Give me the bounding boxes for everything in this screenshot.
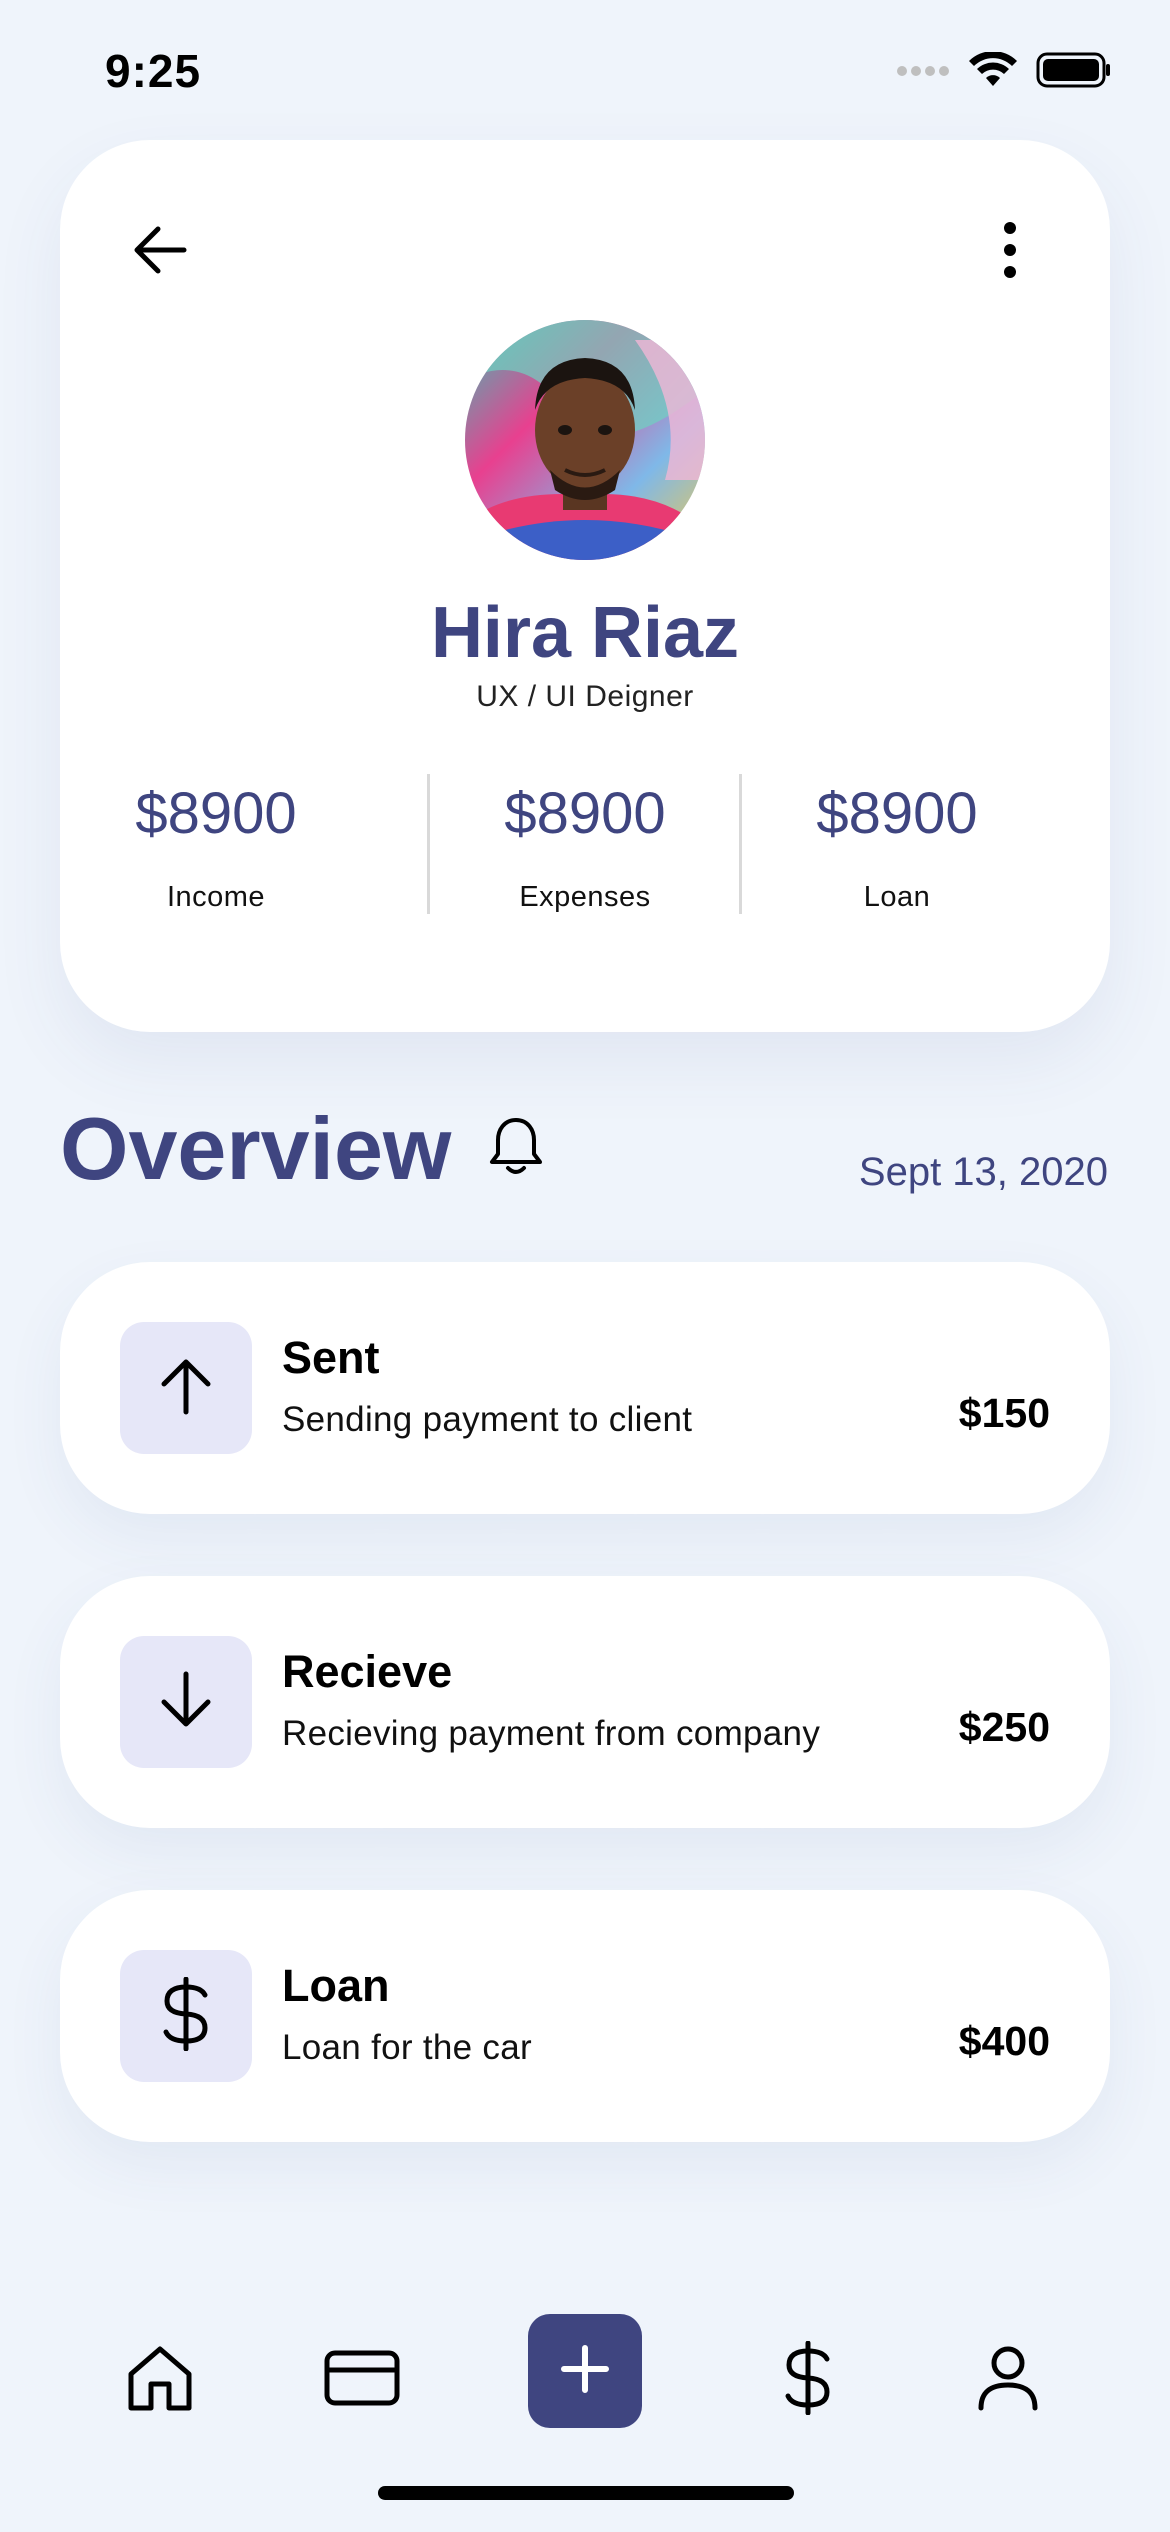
overview-title: Overview (60, 1099, 452, 1198)
stat-label: Loan (863, 881, 931, 913)
stat-label: Income (166, 881, 266, 913)
transaction-card-sent[interactable]: Sent Sending payment to client $150 (60, 1262, 1110, 1514)
more-vertical-icon (1002, 221, 1018, 283)
nav-home[interactable] (112, 2332, 208, 2428)
stat-expenses: $8900 Expenses (429, 774, 741, 914)
bell-icon[interactable] (486, 1114, 546, 1180)
nav-profile[interactable] (960, 2332, 1056, 2428)
avatar (465, 320, 705, 560)
tx-description: Sending payment to client (282, 1400, 693, 1439)
wifi-icon (968, 51, 1018, 93)
status-icons (896, 51, 1112, 93)
battery-icon (1036, 52, 1112, 93)
tx-amount: $250 (958, 1704, 1050, 1750)
tx-icon-box (120, 1636, 252, 1768)
stat-loan: $8900 Loan (741, 774, 1053, 914)
back-button[interactable] (120, 212, 200, 292)
tx-title: Loan (282, 1960, 390, 2011)
status-time: 9:25 (105, 45, 202, 97)
arrow-left-icon (132, 225, 188, 280)
plus-icon (560, 2344, 610, 2399)
tx-description: Loan for the car (282, 2028, 532, 2067)
nav-payments[interactable] (760, 2332, 856, 2428)
tx-icon-box (120, 1322, 252, 1454)
add-button[interactable] (528, 2314, 642, 2428)
stat-value: $8900 (135, 781, 297, 846)
user-icon (977, 2345, 1039, 2416)
tx-amount: $150 (958, 1390, 1050, 1436)
bottom-nav (0, 2300, 1170, 2460)
tx-title: Recieve (282, 1646, 453, 1697)
nav-cards[interactable] (314, 2332, 410, 2428)
profile-card: Hira Riaz UX / UI Deigner $8900 Income $… (60, 140, 1110, 1032)
arrow-down-icon (158, 1670, 214, 1735)
signal-icon (896, 64, 950, 82)
profile-name: Hira Riaz (430, 593, 740, 673)
overview-date: Sept 13, 2020 (858, 1150, 1108, 1194)
more-options-button[interactable] (970, 212, 1050, 292)
stats-row: $8900 Income $8900 Expenses $8900 Loan (60, 774, 1110, 914)
dollar-icon (161, 1976, 211, 2056)
home-icon (127, 2344, 193, 2417)
profile-role: UX / UI Deigner (476, 680, 694, 713)
dollar-icon (783, 2340, 833, 2420)
tx-icon-box (120, 1950, 252, 2082)
tx-description: Recieving payment from company (282, 1714, 821, 1753)
arrow-up-icon (158, 1356, 214, 1421)
stat-income: $8900 Income (60, 774, 372, 914)
tx-amount: $400 (958, 2018, 1050, 2064)
home-indicator (378, 2486, 794, 2500)
stat-value: $8900 (816, 781, 978, 846)
transaction-card-loan[interactable]: Loan Loan for the car $400 (60, 1890, 1110, 2142)
stat-value: $8900 (504, 781, 666, 846)
card-icon (324, 2350, 400, 2411)
tx-title: Sent (282, 1332, 380, 1383)
status-bar: 9:25 (0, 0, 1170, 140)
transaction-card-receive[interactable]: Recieve Recieving payment from company $… (60, 1576, 1110, 1828)
stat-label: Expenses (519, 881, 651, 913)
